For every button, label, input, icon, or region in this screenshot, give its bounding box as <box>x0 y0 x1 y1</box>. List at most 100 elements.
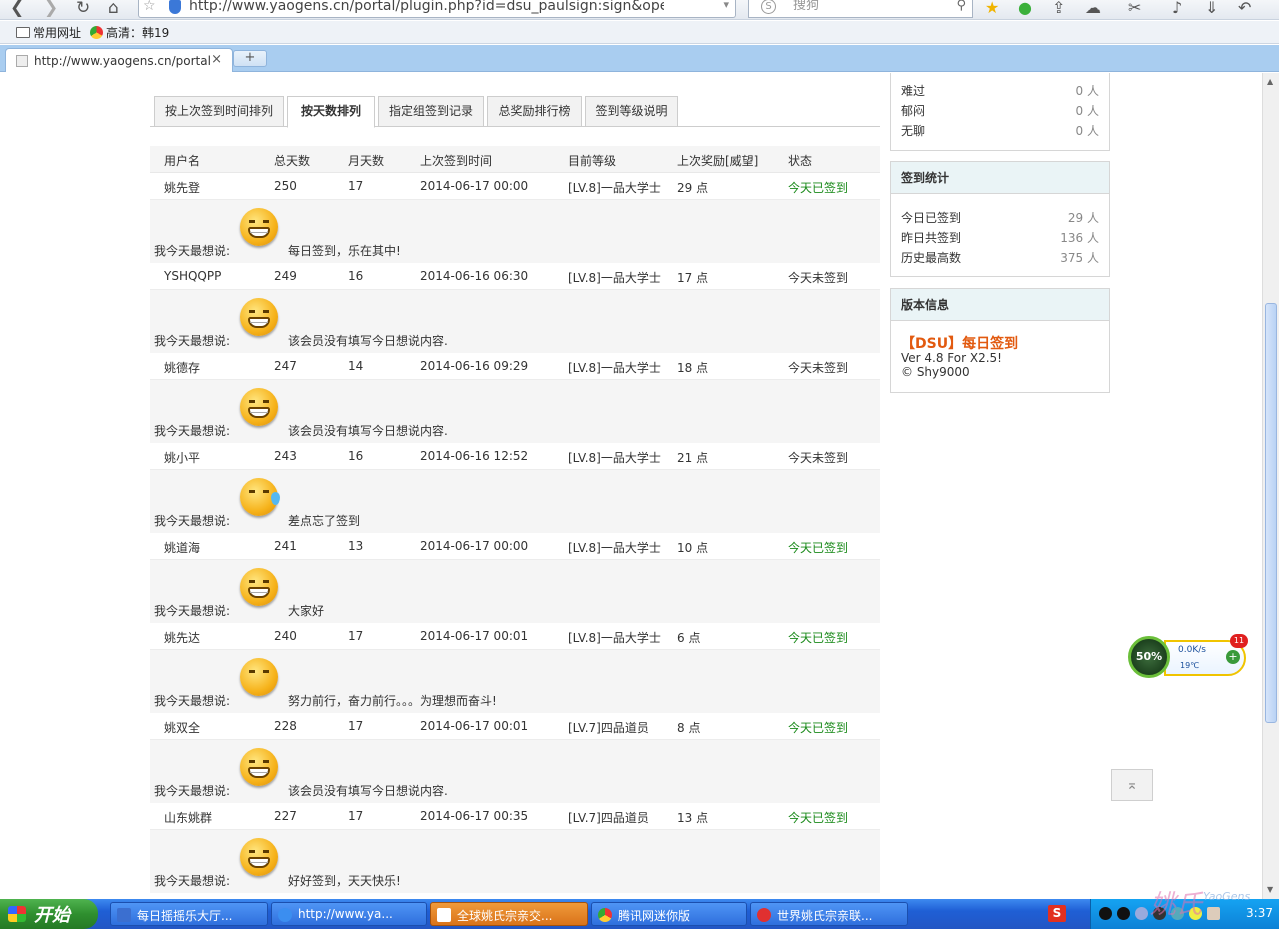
total-days: 249 <box>274 269 297 283</box>
folder-icon <box>16 27 30 38</box>
sign-status: 今天未签到 <box>788 361 849 375</box>
last-reward: 6 点 <box>677 631 701 645</box>
task-label: http://www.ya... <box>298 907 393 921</box>
tab-level-info[interactable]: 签到等级说明 <box>585 96 678 127</box>
mood-label: 无聊 <box>901 124 926 138</box>
refresh-icon[interactable]: ↻ <box>76 0 90 18</box>
scissors-icon[interactable]: ✂ <box>1128 0 1141 18</box>
scroll-down-icon[interactable]: ▼ <box>1267 885 1273 894</box>
browser-toolbar: ❮ ❯ ↻ ⌂ ☆ http://www.yaogens.cn/portal/p… <box>0 0 1279 20</box>
download-icon[interactable]: ⇓ <box>1205 0 1218 18</box>
total-days: 247 <box>274 359 297 373</box>
volume-icon[interactable] <box>1207 907 1220 920</box>
chat-icon[interactable]: ● <box>1018 0 1032 18</box>
bookmark-hd[interactable]: 高清：韩19 <box>90 24 169 41</box>
header-reward: 上次奖励[威望] <box>677 154 759 168</box>
page-viewport: 按上次签到时间排列 按天数排列 指定组签到记录 总奖励排行榜 签到等级说明 用户… <box>0 73 1262 899</box>
vertical-scrollbar[interactable]: ▲ ▼ <box>1262 73 1279 899</box>
scroll-up-icon[interactable]: ▲ <box>1267 77 1273 86</box>
speaker-icon[interactable]: ♪ <box>1172 0 1182 18</box>
stats-row: 昨日共签到 136 人 <box>891 226 1109 246</box>
total-days: 243 <box>274 449 297 463</box>
qq-icon[interactable] <box>1099 907 1112 920</box>
last-sign-time: 2014-06-16 09:29 <box>420 359 529 373</box>
task-label: 世界姚氏宗亲联... <box>777 909 873 923</box>
undo-icon[interactable]: ↶ <box>1238 0 1251 18</box>
username-link[interactable]: 姚小平 <box>164 449 200 466</box>
start-label: 开始 <box>34 905 70 926</box>
tab-group-records[interactable]: 指定组签到记录 <box>378 96 484 127</box>
cloud-icon[interactable]: ☁ <box>1085 0 1101 18</box>
username-link[interactable]: 姚道海 <box>164 539 200 556</box>
memory-percent[interactable]: 50% <box>1128 636 1170 678</box>
scroll-thumb[interactable] <box>1265 303 1277 723</box>
username-link[interactable]: YSHQQPP <box>164 269 221 283</box>
determined-emoticon-icon <box>240 658 278 696</box>
plugin-name[interactable]: 【DSU】每日签到 <box>901 333 1018 353</box>
username-link[interactable]: 姚双全 <box>164 719 200 736</box>
address-dropdown-icon[interactable]: ▾ <box>723 0 729 11</box>
sweat-emoticon-icon <box>240 478 280 516</box>
browser-tab[interactable]: http://www.yaogens.cn/portal/plu × <box>5 48 233 72</box>
panel-title: 版本信息 <box>891 289 1109 321</box>
bookmark-star-icon[interactable]: ☆ <box>143 0 156 14</box>
taskbar-item-active[interactable]: 全球姚氏宗亲交... <box>430 902 588 926</box>
notification-badge[interactable]: 11 <box>1230 634 1248 648</box>
grin-emoticon-icon <box>240 208 278 246</box>
close-tab-icon[interactable]: × <box>211 52 222 67</box>
taskbar-item[interactable]: 世界姚氏宗亲联... <box>750 902 908 926</box>
username-link[interactable]: 姚先达 <box>164 629 200 646</box>
address-bar[interactable]: ☆ http://www.yaogens.cn/portal/plugin.ph… <box>138 0 736 18</box>
network-speed-widget[interactable]: 0.0K/s 19℃ 50% + 11 <box>1128 628 1248 678</box>
header-level: 目前等级 <box>568 154 617 168</box>
header-last-time: 上次签到时间 <box>420 154 493 168</box>
home-icon[interactable]: ⌂ <box>108 0 119 18</box>
search-icon[interactable]: ⚲ <box>956 0 966 13</box>
user-message: 大家好 <box>288 604 325 618</box>
tab-by-days[interactable]: 按天数排列 <box>287 96 375 128</box>
user-level: [LV.8]一品大学士 <box>568 181 661 195</box>
user-level: [LV.8]一品大学士 <box>568 541 661 555</box>
back-to-top-button[interactable]: ⌅ <box>1111 769 1153 801</box>
share-icon[interactable]: ⇪ <box>1052 0 1065 18</box>
stats-label: 昨日共签到 <box>901 231 962 245</box>
taskbar-item[interactable]: http://www.ya... <box>271 902 427 926</box>
username-link[interactable]: 山东姚群 <box>164 809 212 826</box>
tab-by-last-time[interactable]: 按上次签到时间排列 <box>154 96 284 127</box>
site-icon <box>757 908 771 922</box>
table-row: 姚先达 240 17 2014-06-17 00:01 [LV.8]一品大学士 … <box>150 623 880 650</box>
bookmark-common[interactable]: 常用网址 <box>16 24 81 41</box>
last-reward: 21 点 <box>677 451 709 465</box>
message-row: 我今天最想说: 每日签到，乐在其中! <box>150 200 880 263</box>
last-reward: 8 点 <box>677 721 701 735</box>
say-label: 我今天最想说: <box>154 424 231 438</box>
qq-icon[interactable] <box>1117 907 1130 920</box>
search-bar[interactable]: S 搜狗 ⚲ <box>748 0 973 18</box>
panel-title: 签到统计 <box>891 162 1109 194</box>
taskbar-item[interactable]: 腾讯网迷你版 <box>591 902 747 926</box>
plus-icon[interactable]: + <box>1226 650 1240 664</box>
plugin-author: © Shy9000 <box>901 365 970 379</box>
username-link[interactable]: 姚德存 <box>164 359 200 376</box>
forward-icon[interactable]: ❯ <box>44 0 58 18</box>
month-days: 16 <box>348 449 364 463</box>
search-input[interactable]: 搜狗 <box>793 0 819 14</box>
sign-status: 今天未签到 <box>788 451 849 465</box>
url-text[interactable]: http://www.yaogens.cn/portal/plugin.php?… <box>189 0 664 14</box>
back-icon[interactable]: ❮ <box>10 0 24 18</box>
clock[interactable]: 3:37 <box>1246 906 1273 920</box>
bell-icon[interactable] <box>1135 907 1148 920</box>
new-tab-button[interactable]: + <box>233 50 267 67</box>
start-button[interactable]: 开始 <box>0 899 98 929</box>
sign-status: 今天未签到 <box>788 271 849 285</box>
search-engine-icon[interactable]: S <box>761 0 776 14</box>
total-days: 228 <box>274 719 297 733</box>
sogou-input-icon[interactable]: S <box>1048 905 1066 922</box>
favorites-star-icon[interactable]: ★ <box>985 0 999 18</box>
stats-label: 历史最高数 <box>901 251 962 265</box>
last-sign-time: 2014-06-17 00:01 <box>420 629 529 643</box>
taskbar-item[interactable]: 每日摇摇乐大厅... <box>110 902 268 926</box>
username-link[interactable]: 姚先登 <box>164 179 200 196</box>
tab-reward-ranking[interactable]: 总奖励排行榜 <box>487 96 582 127</box>
user-message: 该会员没有填写今日想说内容. <box>288 784 448 798</box>
